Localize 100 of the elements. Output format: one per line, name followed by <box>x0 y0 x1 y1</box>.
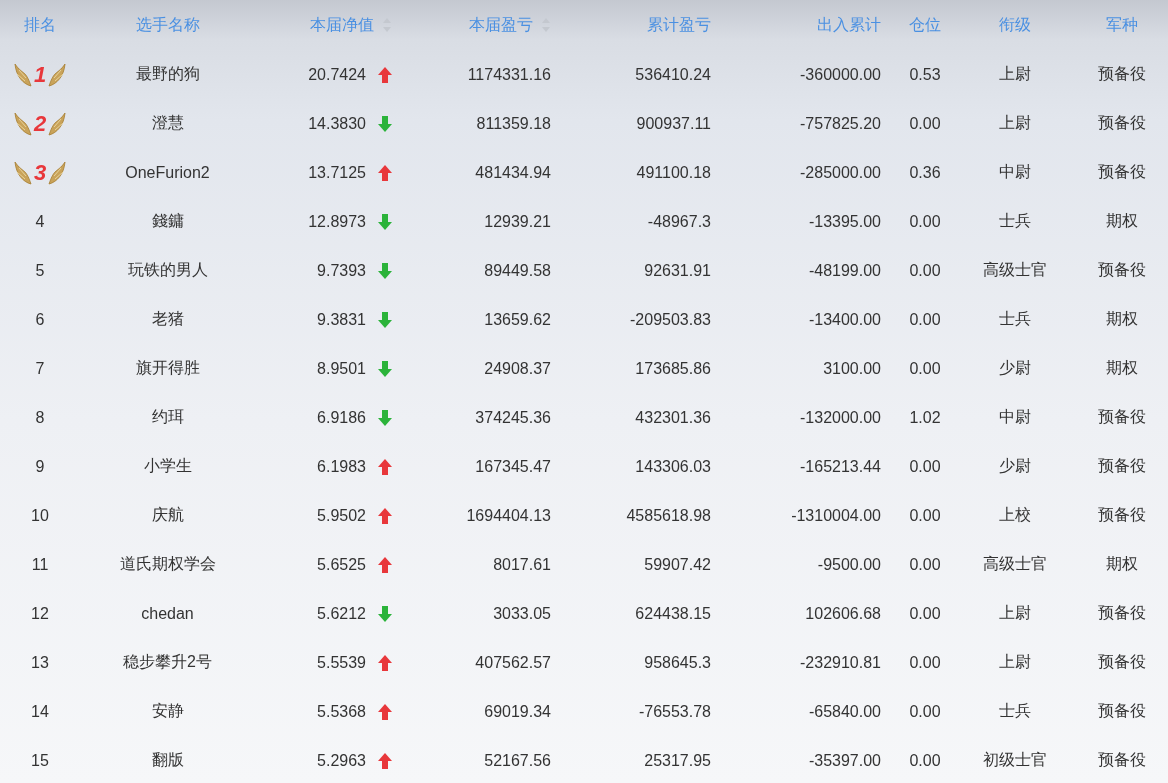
net-value: 6.1983 <box>317 457 366 476</box>
table-cell: 0.53 <box>909 65 941 84</box>
table-cell-text: 士兵 <box>999 211 1031 231</box>
rank-number: 2 <box>33 110 47 137</box>
player-name: 最野的狗 <box>135 64 200 84</box>
table-cell: 1174331.16 <box>467 65 551 84</box>
table-cell-text: 预备役 <box>1097 701 1146 721</box>
table-cell: 102606.68 <box>805 604 881 623</box>
net-value: 8.9501 <box>317 359 366 378</box>
net-value: 5.2963 <box>317 751 366 770</box>
rank-number: 11 <box>31 555 49 574</box>
table-cell-text: 期权 <box>1105 309 1138 329</box>
table-cell-text: 上尉 <box>999 113 1031 133</box>
player-name: 翻版 <box>151 750 184 770</box>
table-cell-text: 少尉 <box>999 358 1031 378</box>
table-cell: -48967.3 <box>647 212 711 231</box>
table-cell-text: 预备役 <box>1097 505 1146 525</box>
table-cell-text: 预备役 <box>1097 603 1146 623</box>
table-cell: 0.00 <box>909 653 941 672</box>
table-cell-text: 预备役 <box>1097 456 1146 476</box>
net-value: 5.5539 <box>317 653 366 672</box>
table-cell: 0.00 <box>909 702 941 721</box>
player-name: 约珥 <box>151 407 184 427</box>
table-cell: 24908.37 <box>484 359 551 378</box>
table-cell-text: 上尉 <box>999 652 1031 672</box>
player-name: 老猪 <box>151 309 184 329</box>
table-cell-text: 预备役 <box>1097 113 1146 133</box>
table-cell-text: 士兵 <box>999 309 1031 329</box>
table-cell: 811359.18 <box>476 114 551 133</box>
table-cell-text: 预备役 <box>1097 407 1146 427</box>
net-value: 5.9502 <box>317 506 366 525</box>
table-cell: -13400.00 <box>808 310 881 329</box>
table-cell: 536410.24 <box>635 65 711 84</box>
table-cell: 1.02 <box>909 408 941 427</box>
wing-icon <box>47 110 68 137</box>
table-cell-text: 中尉 <box>999 407 1031 427</box>
table-cell-text: 少尉 <box>999 456 1031 476</box>
table-cell: 0.00 <box>909 457 941 476</box>
table-cell: 407562.57 <box>475 653 551 672</box>
player-name: 安静 <box>151 701 184 721</box>
net-value: 6.9186 <box>317 408 366 427</box>
table-cell: -132000.00 <box>800 408 881 427</box>
player-name: 旗开得胜 <box>135 358 200 378</box>
table-cell: -285000.00 <box>800 163 881 182</box>
table-cell: 4585618.98 <box>626 506 711 525</box>
table-cell: 0.00 <box>909 310 941 329</box>
table-cell: -9500.00 <box>817 555 881 574</box>
rank-number: 14 <box>31 702 49 721</box>
net-value: 5.5368 <box>317 702 366 721</box>
table-cell: 3100.00 <box>823 359 881 378</box>
player-name: 道氏期权学会 <box>119 554 216 574</box>
table-cell-text: 初级士官 <box>983 750 1047 770</box>
table-cell-text: 预备役 <box>1097 260 1146 280</box>
table-cell-text: 上校 <box>999 505 1031 525</box>
table-cell: 12939.21 <box>484 212 551 231</box>
player-name: OneFurion2 <box>125 163 210 182</box>
player-name: 玩铁的男人 <box>127 260 208 280</box>
column-header: 仓位 <box>909 14 941 35</box>
net-value: 9.3831 <box>317 310 366 329</box>
table-cell: 0.00 <box>909 506 941 525</box>
rank-number: 12 <box>31 604 49 623</box>
table-cell-text: 预备役 <box>1097 750 1146 770</box>
column-header[interactable]: 本届净值 <box>310 14 374 36</box>
rank-number: 10 <box>31 506 49 525</box>
table-cell: 0.00 <box>909 359 941 378</box>
table-cell: -13395.00 <box>808 212 881 231</box>
column-header: 累计盈亏 <box>647 14 711 35</box>
table-cell: 13659.62 <box>484 310 551 329</box>
table-cell: 167345.47 <box>475 457 551 476</box>
column-header: 出入累计 <box>817 14 881 35</box>
wing-icon <box>12 110 33 137</box>
table-cell: 92631.91 <box>644 261 711 280</box>
table-cell: 374245.36 <box>475 408 551 427</box>
table-cell: 59907.42 <box>644 555 711 574</box>
column-header: 选手名称 <box>135 14 200 35</box>
rank-number: 13 <box>31 653 49 672</box>
table-cell: 8017.61 <box>493 555 551 574</box>
column-header[interactable]: 本届盈亏 <box>469 14 533 36</box>
table-cell: -76553.78 <box>638 702 711 721</box>
table-cell-text: 预备役 <box>1097 652 1146 672</box>
player-name: 稳步攀升2号 <box>123 652 212 672</box>
table-cell-text: 中尉 <box>999 162 1031 182</box>
table-cell: 3033.05 <box>493 604 551 623</box>
column-header: 衔级 <box>999 14 1031 35</box>
player-name: 庆航 <box>151 505 184 525</box>
table-cell: -1310004.00 <box>791 506 881 525</box>
wing-icon <box>12 61 33 88</box>
table-cell-text: 期权 <box>1105 358 1138 378</box>
table-cell-text: 上尉 <box>999 603 1031 623</box>
table-cell: -360000.00 <box>800 65 881 84</box>
rank-number: 8 <box>35 408 45 427</box>
table-cell: -232910.81 <box>800 653 881 672</box>
net-value: 5.6212 <box>317 604 366 623</box>
player-name: chedan <box>141 604 194 623</box>
rank-number: 1 <box>33 61 47 88</box>
net-value: 9.7393 <box>317 261 366 280</box>
net-value: 5.6525 <box>317 555 366 574</box>
table-cell: 0.36 <box>909 163 941 182</box>
table-cell: 0.00 <box>909 261 941 280</box>
rank-number: 6 <box>35 310 45 329</box>
